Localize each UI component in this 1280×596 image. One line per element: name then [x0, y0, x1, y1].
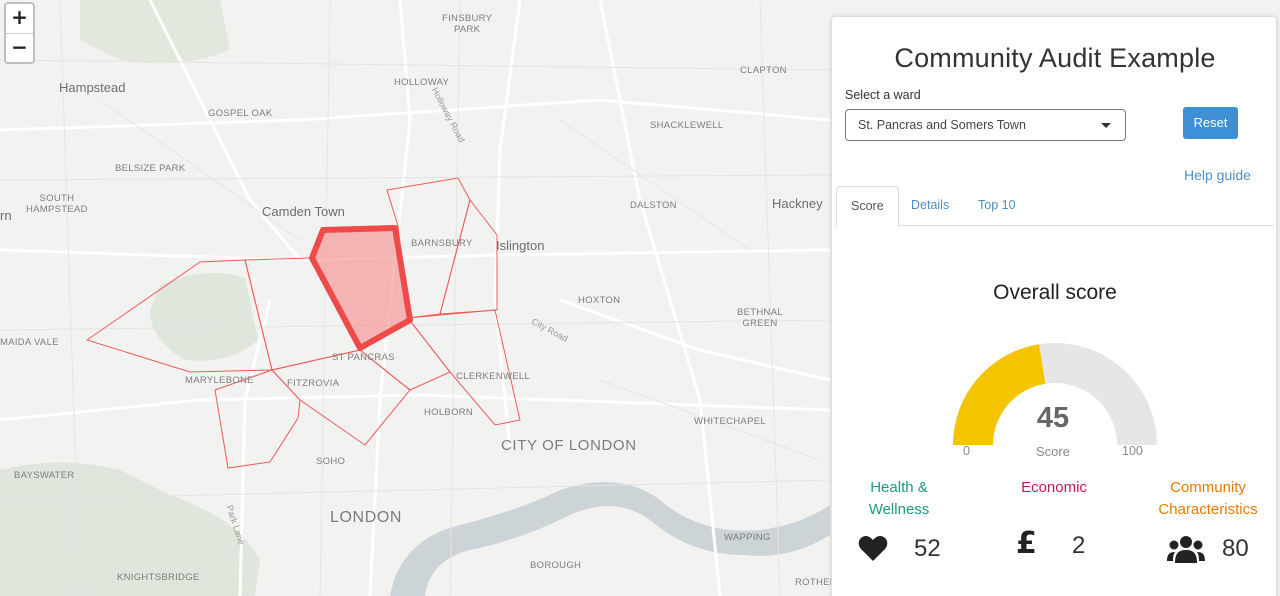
- audit-panel: Community Audit Example Select a ward St…: [831, 16, 1277, 596]
- place-label-fitzrovia: FITZROVIA: [287, 378, 340, 389]
- place-label-marylebone: MARYLEBONE: [185, 375, 254, 386]
- users-icon: [1167, 536, 1205, 563]
- place-label-clapton: CLAPTON: [740, 65, 787, 76]
- place-label-holborn: HOLBORN: [424, 407, 474, 418]
- place-label-borough: BOROUGH: [530, 560, 582, 571]
- place-label-bayswater: BAYSWATER: [14, 470, 75, 481]
- zoom-control: + −: [4, 2, 35, 64]
- place-label-maida-vale: MAIDA VALE: [0, 337, 59, 348]
- panel-title: Community Audit Example: [894, 43, 1216, 73]
- place-label-dalston: DALSTON: [630, 200, 677, 211]
- zoom-out-button[interactable]: −: [6, 33, 33, 62]
- place-label-hoxton: HOXTON: [578, 295, 621, 306]
- gauge-caption: Score: [1036, 444, 1070, 459]
- place-label-finsbury-park: FINSBURY PARK: [442, 13, 493, 35]
- gauge-max-label: 100: [1122, 444, 1143, 458]
- ward-select-value: St. Pancras and Somers Town: [858, 118, 1026, 132]
- category-community-value: 80: [1222, 535, 1249, 562]
- heart-icon: [858, 536, 888, 561]
- place-label-hampstead: Hampstead: [59, 80, 126, 95]
- chevron-down-icon: [1101, 123, 1111, 128]
- category-economic-value: 2: [1072, 532, 1086, 559]
- place-label-hackney: Hackney: [772, 196, 823, 211]
- regents-park-area: [150, 272, 258, 361]
- gauge-min-label: 0: [963, 444, 970, 458]
- ward-select-label: Select a ward: [845, 88, 921, 102]
- place-label-gospel-oak: GOSPEL OAK: [208, 108, 273, 119]
- place-label-st-pancras: ST PANCRAS: [332, 352, 395, 363]
- place-label-partial: rn: [0, 208, 12, 223]
- place-label-whitechapel: WHITECHAPEL: [694, 416, 766, 427]
- place-label-london: LONDON: [330, 509, 403, 526]
- place-label-knightsbridge: KNIGHTSBRIDGE: [117, 572, 200, 583]
- tab-details[interactable]: Details: [897, 186, 963, 226]
- place-label-holloway: HOLLOWAY: [394, 77, 450, 88]
- place-label-city-of-london: CITY OF LONDON: [501, 437, 637, 454]
- selected-ward-st-pancras[interactable]: [309, 225, 413, 351]
- place-label-clerkenwell: CLERKENWELL: [456, 371, 531, 382]
- category-health-value: 52: [914, 535, 941, 562]
- reset-button[interactable]: Reset: [1183, 107, 1238, 139]
- help-guide-link[interactable]: Help guide: [1184, 167, 1251, 183]
- category-community-label: Community Characteristics: [1158, 479, 1258, 518]
- ward-select[interactable]: St. Pancras and Somers Town: [845, 109, 1126, 141]
- tab-score[interactable]: Score: [836, 186, 899, 227]
- place-label-islington: Islington: [496, 238, 545, 253]
- place-label-shacklewell: SHACKLEWELL: [650, 120, 724, 131]
- category-economic-label: Economic: [1021, 479, 1087, 496]
- place-label-wapping: WAPPING: [724, 532, 771, 543]
- category-health-label: Health & Wellness: [868, 479, 930, 518]
- zoom-in-button[interactable]: +: [6, 4, 33, 33]
- overall-score-title: Overall score: [993, 281, 1117, 304]
- place-label-south-hampstead: SOUTH HAMPSTEAD: [26, 193, 88, 215]
- place-label-soho: SOHO: [316, 456, 346, 467]
- tab-top-10[interactable]: Top 10: [964, 186, 1030, 226]
- place-label-belsize-park: BELSIZE PARK: [115, 163, 186, 174]
- place-label-bethnal-green: BETHNAL GREEN: [737, 307, 783, 329]
- place-label-barnsbury: BARNSBURY: [411, 238, 473, 249]
- place-label-camden-town: Camden Town: [262, 204, 345, 219]
- tab-bar: Score Details Top 10: [836, 186, 1274, 227]
- gauge-value: 45: [1036, 402, 1070, 434]
- pound-sign-icon: £: [1016, 526, 1037, 561]
